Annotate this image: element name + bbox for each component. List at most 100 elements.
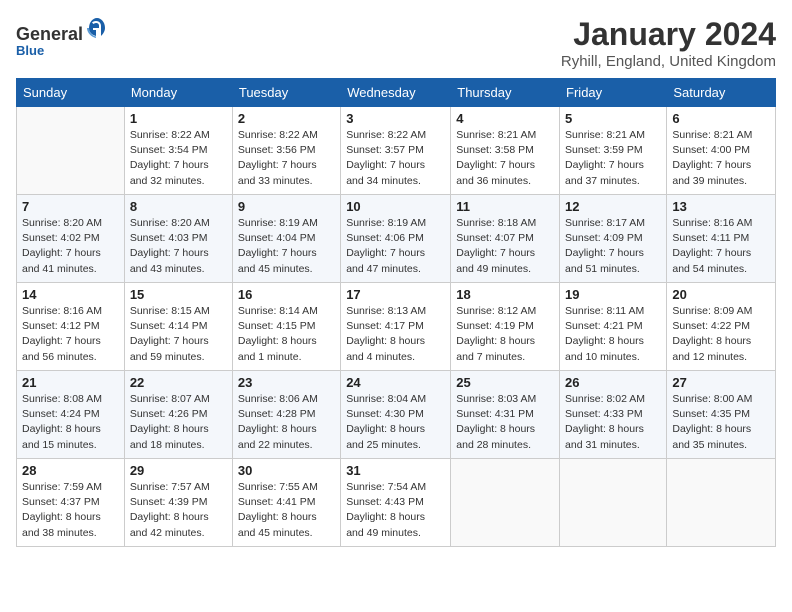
location-subtitle: Ryhill, England, United Kingdom <box>561 53 776 70</box>
calendar-cell: 27 Sunrise: 8:00 AMSunset: 4:35 PMDayligh… <box>667 371 776 459</box>
day-info: Sunrise: 8:17 AMSunset: 4:09 PMDaylight:… <box>565 216 661 277</box>
calendar-cell: 6 Sunrise: 8:21 AMSunset: 4:00 PMDaylight… <box>667 107 776 195</box>
logo-icon <box>85 16 109 40</box>
day-info: Sunrise: 8:04 AMSunset: 4:30 PMDaylight:… <box>346 392 445 453</box>
day-info: Sunrise: 8:22 AMSunset: 3:57 PMDaylight:… <box>346 128 445 189</box>
day-info: Sunrise: 8:11 AMSunset: 4:21 PMDaylight:… <box>565 304 661 365</box>
day-number: 17 <box>346 287 445 302</box>
logo-general: General <box>16 24 83 44</box>
header-row: Sunday Monday Tuesday Wednesday Thursday… <box>17 79 776 107</box>
calendar-cell: 11Sunrise: 8:18 AMSunset: 4:07 PMDayligh… <box>451 195 560 283</box>
day-number: 31 <box>346 463 445 478</box>
day-number: 6 <box>672 111 770 126</box>
col-tuesday: Tuesday <box>232 79 340 107</box>
day-info: Sunrise: 8:21 AMSunset: 3:58 PMDaylight:… <box>456 128 554 189</box>
calendar-body: 1 Sunrise: 8:22 AMSunset: 3:54 PMDaylight… <box>17 107 776 547</box>
calendar-cell: 28Sunrise: 7:59 AMSunset: 4:37 PMDayligh… <box>17 459 125 547</box>
calendar-cell: 4 Sunrise: 8:21 AMSunset: 3:58 PMDaylight… <box>451 107 560 195</box>
day-info: Sunrise: 8:20 AMSunset: 4:02 PMDaylight:… <box>22 216 119 277</box>
calendar-cell: 16Sunrise: 8:14 AMSunset: 4:15 PMDayligh… <box>232 283 340 371</box>
day-number: 25 <box>456 375 554 390</box>
logo: General Blue <box>16 16 109 58</box>
day-info: Sunrise: 8:21 AMSunset: 4:00 PMDaylight:… <box>672 128 770 189</box>
calendar-cell: 20Sunrise: 8:09 AMSunset: 4:22 PMDayligh… <box>667 283 776 371</box>
calendar-table: Sunday Monday Tuesday Wednesday Thursday… <box>16 78 776 547</box>
day-info: Sunrise: 7:54 AMSunset: 4:43 PMDaylight:… <box>346 480 445 541</box>
calendar-header: Sunday Monday Tuesday Wednesday Thursday… <box>17 79 776 107</box>
day-number: 2 <box>238 111 335 126</box>
calendar-cell: 12 Sunrise: 8:17 AMSunset: 4:09 PMDayligh… <box>560 195 667 283</box>
calendar-cell: 18 Sunrise: 8:12 AMSunset: 4:19 PMDayligh… <box>451 283 560 371</box>
day-number: 14 <box>22 287 119 302</box>
day-info: Sunrise: 8:22 AMSunset: 3:56 PMDaylight:… <box>238 128 335 189</box>
day-number: 11 <box>456 199 554 214</box>
calendar-cell <box>667 459 776 547</box>
day-number: 27 <box>672 375 770 390</box>
calendar-cell: 23Sunrise: 8:06 AMSunset: 4:28 PMDayligh… <box>232 371 340 459</box>
day-number: 5 <box>565 111 661 126</box>
day-info: Sunrise: 8:08 AMSunset: 4:24 PMDaylight:… <box>22 392 119 453</box>
week-row: 14 Sunrise: 8:16 AMSunset: 4:12 PMDayligh… <box>17 283 776 371</box>
month-title: January 2024 <box>561 16 776 53</box>
calendar-cell: 29Sunrise: 7:57 AMSunset: 4:39 PMDayligh… <box>124 459 232 547</box>
day-number: 3 <box>346 111 445 126</box>
day-info: Sunrise: 8:13 AMSunset: 4:17 PMDaylight:… <box>346 304 445 365</box>
day-info: Sunrise: 8:00 AMSunset: 4:35 PMDaylight:… <box>672 392 770 453</box>
calendar-cell: 9Sunrise: 8:19 AMSunset: 4:04 PMDaylight… <box>232 195 340 283</box>
header: General Blue January 2024 Ryhill, Englan… <box>16 16 776 70</box>
calendar-cell <box>451 459 560 547</box>
col-friday: Friday <box>560 79 667 107</box>
calendar-cell: 26Sunrise: 8:02 AMSunset: 4:33 PMDayligh… <box>560 371 667 459</box>
calendar-cell: 3 Sunrise: 8:22 AMSunset: 3:57 PMDaylight… <box>341 107 451 195</box>
calendar-cell: 14 Sunrise: 8:16 AMSunset: 4:12 PMDayligh… <box>17 283 125 371</box>
day-info: Sunrise: 8:03 AMSunset: 4:31 PMDaylight:… <box>456 392 554 453</box>
day-info: Sunrise: 8:15 AMSunset: 4:14 PMDaylight:… <box>130 304 227 365</box>
logo-blue: Blue <box>16 43 109 58</box>
day-info: Sunrise: 8:16 AMSunset: 4:12 PMDaylight:… <box>22 304 119 365</box>
calendar-cell: 22 Sunrise: 8:07 AMSunset: 4:26 PMDayligh… <box>124 371 232 459</box>
day-number: 23 <box>238 375 335 390</box>
calendar-cell: 17 Sunrise: 8:13 AMSunset: 4:17 PMDayligh… <box>341 283 451 371</box>
day-number: 20 <box>672 287 770 302</box>
day-number: 29 <box>130 463 227 478</box>
calendar-cell: 21Sunrise: 8:08 AMSunset: 4:24 PMDayligh… <box>17 371 125 459</box>
day-number: 16 <box>238 287 335 302</box>
day-number: 22 <box>130 375 227 390</box>
day-info: Sunrise: 8:21 AMSunset: 3:59 PMDaylight:… <box>565 128 661 189</box>
day-number: 4 <box>456 111 554 126</box>
calendar-cell <box>17 107 125 195</box>
day-number: 8 <box>130 199 227 214</box>
day-number: 19 <box>565 287 661 302</box>
col-saturday: Saturday <box>667 79 776 107</box>
calendar-cell <box>560 459 667 547</box>
calendar-cell: 24 Sunrise: 8:04 AMSunset: 4:30 PMDayligh… <box>341 371 451 459</box>
title-area: January 2024 Ryhill, England, United Kin… <box>561 16 776 70</box>
day-info: Sunrise: 8:19 AMSunset: 4:04 PMDaylight:… <box>238 216 335 277</box>
day-number: 13 <box>672 199 770 214</box>
day-info: Sunrise: 8:16 AMSunset: 4:11 PMDaylight:… <box>672 216 770 277</box>
day-number: 18 <box>456 287 554 302</box>
calendar-cell: 10 Sunrise: 8:19 AMSunset: 4:06 PMDayligh… <box>341 195 451 283</box>
week-row: 7 Sunrise: 8:20 AMSunset: 4:02 PMDaylight… <box>17 195 776 283</box>
calendar-cell: 31 Sunrise: 7:54 AMSunset: 4:43 PMDayligh… <box>341 459 451 547</box>
logo-text: General Blue <box>16 16 109 58</box>
day-number: 12 <box>565 199 661 214</box>
calendar-cell: 8Sunrise: 8:20 AMSunset: 4:03 PMDaylight… <box>124 195 232 283</box>
week-row: 28Sunrise: 7:59 AMSunset: 4:37 PMDayligh… <box>17 459 776 547</box>
calendar-cell: 19 Sunrise: 8:11 AMSunset: 4:21 PMDayligh… <box>560 283 667 371</box>
day-info: Sunrise: 8:19 AMSunset: 4:06 PMDaylight:… <box>346 216 445 277</box>
calendar-cell: 5 Sunrise: 8:21 AMSunset: 3:59 PMDaylight… <box>560 107 667 195</box>
day-number: 7 <box>22 199 119 214</box>
col-sunday: Sunday <box>17 79 125 107</box>
day-number: 24 <box>346 375 445 390</box>
day-info: Sunrise: 8:22 AMSunset: 3:54 PMDaylight:… <box>130 128 227 189</box>
day-number: 10 <box>346 199 445 214</box>
calendar-cell: 30Sunrise: 7:55 AMSunset: 4:41 PMDayligh… <box>232 459 340 547</box>
day-info: Sunrise: 8:07 AMSunset: 4:26 PMDaylight:… <box>130 392 227 453</box>
calendar-cell: 13 Sunrise: 8:16 AMSunset: 4:11 PMDayligh… <box>667 195 776 283</box>
day-number: 30 <box>238 463 335 478</box>
day-number: 1 <box>130 111 227 126</box>
calendar-cell: 15Sunrise: 8:15 AMSunset: 4:14 PMDayligh… <box>124 283 232 371</box>
calendar-cell: 1 Sunrise: 8:22 AMSunset: 3:54 PMDaylight… <box>124 107 232 195</box>
day-info: Sunrise: 8:12 AMSunset: 4:19 PMDaylight:… <box>456 304 554 365</box>
